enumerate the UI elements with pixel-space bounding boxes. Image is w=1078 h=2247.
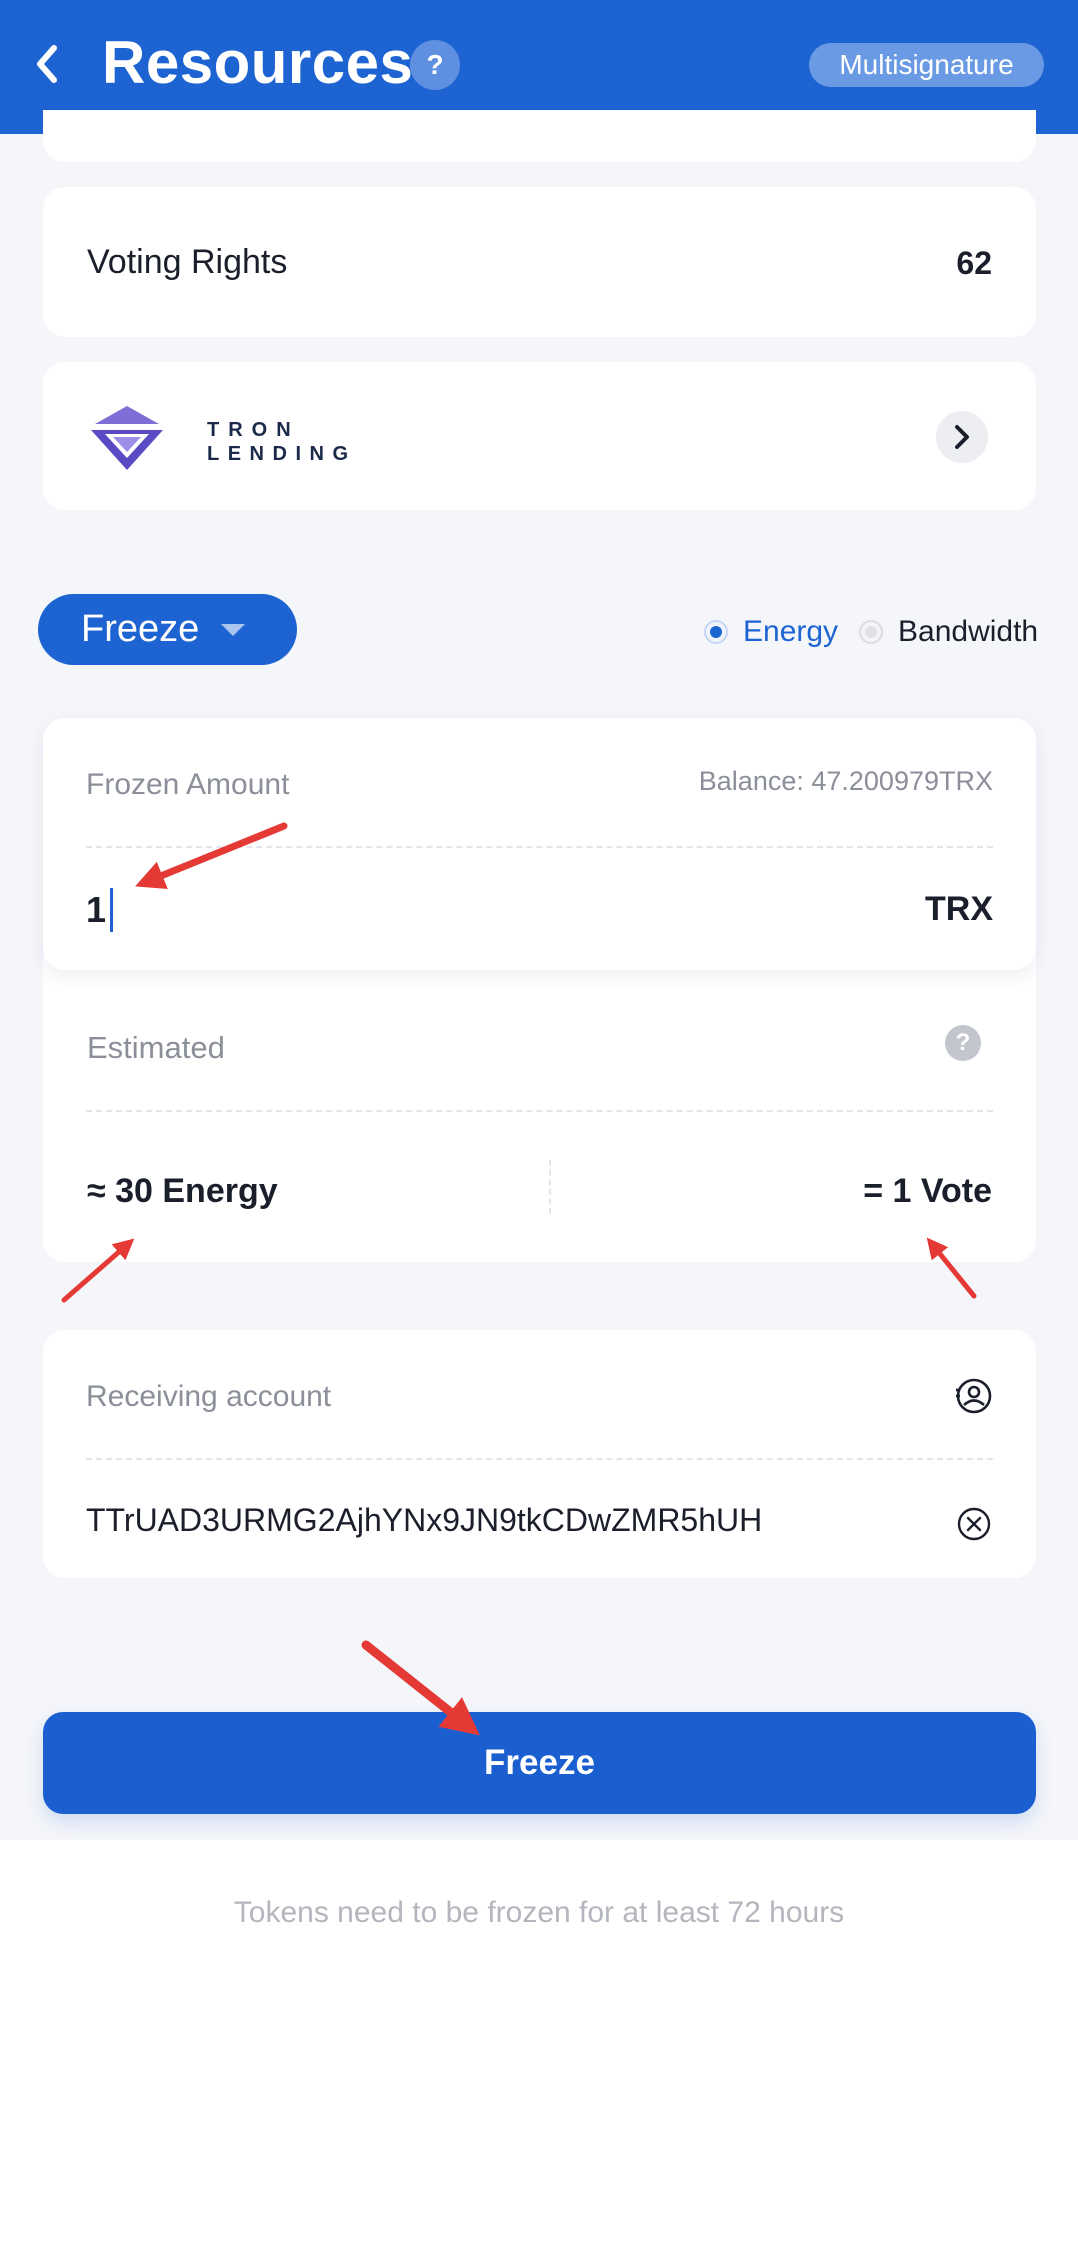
action-dropdown[interactable]: Freeze [38, 594, 297, 665]
radio-selected-icon [704, 620, 728, 644]
radio-energy[interactable]: Energy [704, 612, 838, 652]
previous-card-edge [43, 110, 1036, 162]
help-button[interactable]: ? [410, 40, 460, 90]
freeze-duration-note: Tokens need to be frozen for at least 72… [233, 1896, 845, 1929]
frozen-amount-input[interactable]: 1 [86, 886, 686, 934]
receiving-address-input[interactable]: TTrUAD3URMG2AjhYNx9JN9tkCDwZMR5hUH [86, 1502, 762, 1539]
voting-rights-card: Voting Rights 62 [43, 187, 1036, 337]
estimated-label: Estimated [87, 1030, 225, 1065]
caret-down-icon [221, 623, 246, 636]
balance-text: Balance: 47.200979TRX [698, 766, 993, 796]
radio-energy-label: Energy [743, 615, 839, 648]
amount-unit: TRX [925, 890, 993, 928]
action-dropdown-label: Freeze [81, 608, 200, 650]
text-cursor [110, 888, 114, 932]
receiving-account-card: Receiving account TTrUAD3URMG2AjhYNx9JN9… [43, 1330, 1036, 1578]
page-title: Resources [102, 29, 414, 96]
radio-bandwidth[interactable]: Bandwidth [859, 612, 1038, 652]
estimated-card: Estimated ? ≈ 30 Energy = 1 Vote [43, 950, 1036, 1262]
tron-lending-card[interactable]: TRON LENDING [43, 362, 1036, 510]
contact-book-icon[interactable] [954, 1376, 994, 1416]
chevron-left-icon [37, 45, 57, 83]
voting-rights-label: Voting Rights [87, 243, 288, 281]
receiving-account-label: Receiving account [86, 1380, 332, 1413]
divider [86, 1458, 993, 1460]
tron-lending-wordmark: TRON LENDING [207, 418, 357, 466]
logo-line-2: LENDING [207, 443, 357, 465]
chevron-right-icon [955, 425, 969, 449]
multisignature-button[interactable]: Multisignature [809, 43, 1044, 87]
tron-lending-logo [91, 406, 163, 470]
amount-input-value: 1 [86, 889, 107, 930]
voting-rights-value: 62 [956, 245, 992, 281]
estimated-help-button[interactable]: ? [945, 1025, 981, 1061]
radio-bandwidth-label: Bandwidth [898, 615, 1039, 648]
estimated-energy: ≈ 30 Energy [87, 1172, 278, 1210]
vertical-divider [549, 1160, 551, 1214]
divider [86, 846, 993, 848]
lending-open-button[interactable] [936, 411, 988, 463]
frozen-amount-card: Frozen Amount Balance: 47.200979TRX 1 TR… [43, 718, 1036, 970]
clear-circle-icon[interactable] [956, 1506, 992, 1542]
freeze-submit-button[interactable]: Freeze [43, 1712, 1036, 1814]
estimated-vote: = 1 Vote [863, 1172, 992, 1210]
frozen-amount-label: Frozen Amount [86, 768, 290, 801]
divider [86, 1110, 993, 1112]
back-button[interactable] [22, 38, 72, 90]
radio-unselected-icon [859, 620, 883, 644]
logo-line-1: TRON [207, 419, 300, 441]
